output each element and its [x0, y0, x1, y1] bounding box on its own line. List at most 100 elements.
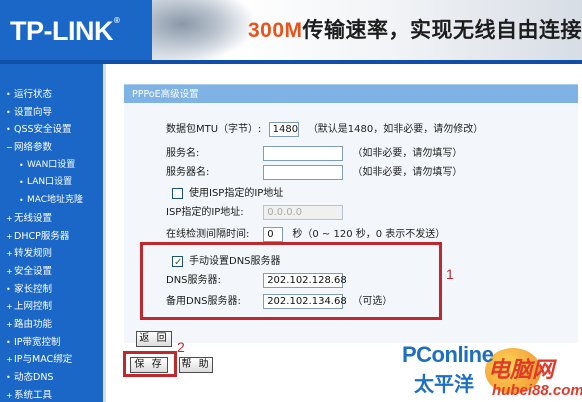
sidebar-item[interactable]: + IP与MAC绑定 [0, 351, 103, 369]
dns-secondary-row: 备用DNS服务器: 202.102.134.68 （可选） [166, 293, 392, 311]
service-name-input[interactable] [263, 145, 344, 161]
watermark-site: PConline [402, 342, 494, 367]
manual-dns-checkbox-row: 手动设置DNS服务器 [172, 253, 281, 272]
sidebar-item[interactable]: + 路由功能 [0, 316, 103, 334]
dns-primary-input[interactable]: 202.102.128.68 [263, 272, 347, 288]
back-button[interactable]: 返 回 [136, 331, 172, 347]
isp-ip-label: ISP指定的IP地址: [166, 207, 244, 218]
sidebar-item[interactable]: + 上网控制 [0, 298, 103, 316]
sidebar-item[interactable]: • 运行状态 [0, 86, 103, 104]
bullet-icon: + [6, 390, 13, 400]
sidebar-item[interactable]: • MAC地址克隆 [0, 192, 103, 210]
bullet-icon: − [6, 143, 13, 153]
dns-primary-row: DNS服务器: 202.102.128.68 [166, 272, 347, 290]
sidebar-item[interactable]: • 动态DNS [0, 369, 103, 387]
service-name-label: 服务名: [166, 148, 200, 159]
isp-ip-checkbox[interactable] [172, 187, 183, 199]
isp-ip-input[interactable]: 0.0.0.0 [263, 204, 344, 220]
tp-link-logo: TP-LINK® [10, 16, 120, 47]
sidebar-item-label: MAC地址克隆 [27, 195, 84, 206]
sidebar-item[interactable]: + DHCP服务器 [0, 228, 103, 246]
isp-ip-row: ISP指定的IP地址: 0.0.0.0 [166, 204, 344, 222]
bullet-icon: + [6, 302, 13, 312]
manual-dns-checkbox-label: 手动设置DNS服务器 [189, 256, 281, 267]
mtu-label: 数据包MTU（字节）: [166, 124, 262, 135]
sidebar-item[interactable]: • LAN口设置 [0, 174, 103, 192]
dns-secondary-input[interactable]: 202.102.134.68 [263, 293, 347, 309]
bullet-icon: + [6, 266, 13, 276]
help-button[interactable]: 帮 助 [179, 357, 213, 373]
dns-secondary-label: 备用DNS服务器: [166, 296, 241, 307]
sidebar-item[interactable]: + 安全设置 [0, 263, 103, 281]
bullet-icon: • [19, 196, 24, 206]
sidebar-item-label: LAN口设置 [27, 177, 73, 188]
sidebar-item[interactable]: • QSS安全设置 [0, 121, 103, 139]
sidebar-item[interactable]: • 家长控制 [0, 281, 103, 299]
sidebar-item-label: 上网控制 [14, 301, 53, 313]
save-button[interactable]: 保 存 [130, 357, 168, 373]
sidebar-item[interactable]: + 转发规则 [0, 245, 103, 263]
sidebar-item-label: 动态DNS [14, 372, 54, 383]
banner-figure-image [152, 0, 252, 60]
header: TP-LINK® 300M传输速率，实现无线自由连接 [0, 0, 582, 60]
isp-ip-checkbox-row: 使用ISP指定的IP地址 [172, 185, 283, 203]
sidebar-item[interactable]: • WAN口设置 [0, 157, 103, 175]
sidebar-item-label: QSS安全设置 [14, 124, 72, 136]
slogan-text: 传输速率，实现无线自由连接 [302, 18, 582, 42]
sidebar-item-label: 转发规则 [14, 248, 53, 260]
sidebar-item-label: 系统工具 [14, 389, 53, 401]
bullet-icon: + [6, 319, 13, 329]
logo-registered-mark: ® [113, 16, 120, 25]
bullet-icon: • [19, 160, 24, 170]
sidebar-item-label: WAN口设置 [27, 159, 76, 170]
server-name-input[interactable] [263, 164, 344, 180]
dns-primary-label: DNS服务器: [166, 275, 221, 286]
bullet-icon: + [6, 249, 13, 259]
bullet-icon: + [6, 213, 13, 223]
bullet-icon: • [6, 373, 11, 382]
service-name-hint: （如非必要，请勿填写） [352, 148, 463, 159]
header-banner: 300M传输速率，实现无线自由连接 [152, 0, 582, 60]
sidebar-item-label: 无线设置 [14, 212, 53, 224]
service-name-row: 服务名: （如非必要，请勿填写） [166, 145, 462, 163]
manual-dns-checkbox[interactable] [172, 254, 183, 272]
sidebar-item[interactable]: + 系统工具 [0, 387, 103, 402]
sidebar-item-label: IP带宽控制 [14, 336, 61, 348]
server-name-label: 服务器名: [166, 167, 210, 178]
logo-text: TP-LINK [10, 16, 113, 46]
annotation-2: 2 [177, 339, 185, 355]
watermark-url: hubei88.com [492, 382, 582, 399]
server-name-row: 服务器名: （如非必要，请勿填写） [166, 164, 462, 182]
sidebar-item-label: 家长控制 [14, 283, 53, 295]
sidebar-item[interactable]: − 网络参数 [0, 139, 103, 157]
dns-secondary-hint: （可选） [352, 296, 393, 307]
mtu-row: 数据包MTU（字节）: 1480 （默认是1480，如非必要，请勿修改） [166, 121, 483, 139]
bullet-icon: • [6, 107, 11, 117]
bullet-icon: • [6, 337, 11, 347]
bullet-icon: • [19, 178, 24, 188]
bullet-icon: • [6, 125, 11, 135]
sidebar-item-label: IP与MAC绑定 [14, 354, 73, 366]
slogan-highlight: 300M [248, 19, 303, 42]
sidebar-item-label: 安全设置 [14, 265, 53, 277]
sidebar-item-label: 运行状态 [14, 89, 53, 100]
bullet-icon: + [6, 355, 13, 365]
sidebar-item-label: 网络参数 [14, 142, 53, 154]
mtu-input[interactable]: 1480 [268, 121, 299, 137]
sidebar-item-label: 路由功能 [14, 318, 53, 330]
sidebar-item[interactable]: • IP带宽控制 [0, 334, 103, 352]
panel-title: PPPoE高级设置 [124, 84, 578, 103]
sidebar-menu: • 运行状态 • 设置向导 • QSS安全设置 − 网络参数 • WAN口设置 • LAN口设置 • MA… [0, 64, 103, 402]
sidebar-item-label: 设置向导 [14, 106, 53, 118]
server-name-hint: （如非必要，请勿填写） [352, 167, 463, 178]
sidebar-item-label: DHCP服务器 [14, 230, 70, 242]
watermark-brand: 电脑网 [488, 358, 555, 383]
annotation-1: 1 [446, 266, 454, 282]
sidebar-nav: • 运行状态 • 设置向导 • QSS安全设置 − 网络参数 • WAN口设置 • LAN口设置 • MA… [0, 64, 106, 402]
watermark-site-cn: 太平洋 [414, 372, 474, 396]
idle-interval-input[interactable]: 0 [263, 226, 284, 242]
bullet-icon: • [6, 284, 11, 294]
isp-ip-checkbox-label: 使用ISP指定的IP地址 [189, 188, 284, 199]
sidebar-item[interactable]: • 设置向导 [0, 104, 103, 122]
sidebar-item[interactable]: + 无线设置 [0, 210, 103, 228]
